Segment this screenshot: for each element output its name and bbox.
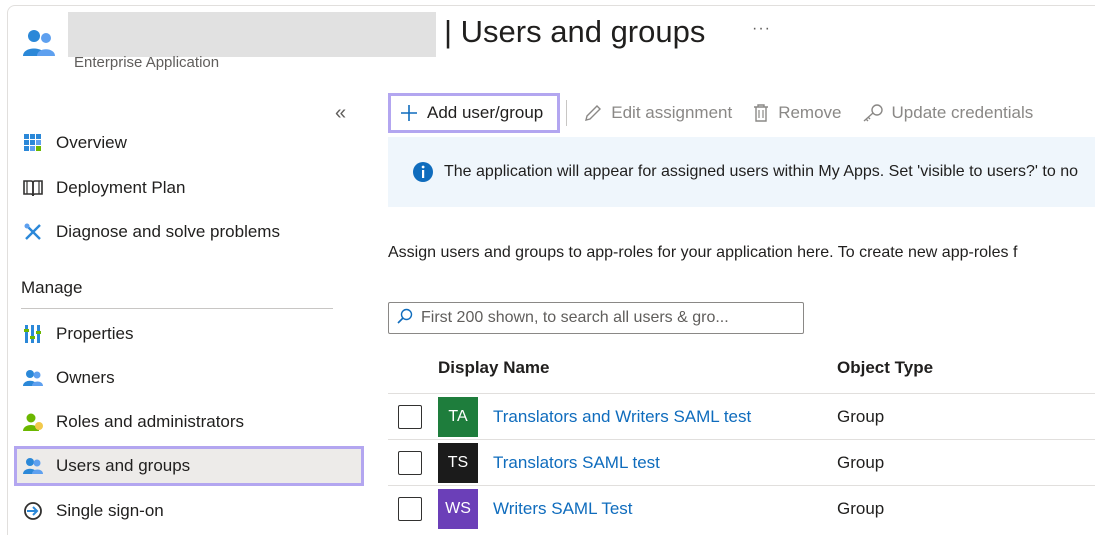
plus-icon [399, 103, 419, 123]
key-icon [862, 103, 884, 123]
info-banner: The application will appear for assigned… [388, 137, 1095, 207]
column-header-object-type[interactable]: Object Type [837, 358, 933, 378]
row-display-name-link[interactable]: Translators and Writers SAML test [493, 407, 751, 427]
add-user-group-button[interactable]: Add user/group [388, 93, 561, 133]
sidebar-item-deployment-plan[interactable]: Deployment Plan [14, 168, 364, 208]
sidebar-item-label: Properties [56, 324, 134, 343]
row-checkbox[interactable] [398, 405, 422, 429]
search-box [388, 302, 804, 334]
page-title: | Users and groups [444, 14, 706, 49]
owners-icon [20, 367, 46, 389]
sidebar-item-label: Roles and administrators [56, 412, 245, 431]
table-row[interactable]: TA Translators and Writers SAML test Gro… [388, 393, 1095, 439]
info-banner-text: The application will appear for assigned… [444, 163, 1078, 180]
pencil-icon [583, 103, 603, 123]
sidebar-item-label: Deployment Plan [56, 178, 186, 197]
edit-assignment-button[interactable]: Edit assignment [573, 93, 742, 133]
redacted-app-name [68, 12, 436, 57]
row-object-type: Group [837, 407, 885, 426]
users-icon [20, 455, 46, 477]
search-icon [397, 308, 413, 329]
avatar: TS [438, 443, 478, 483]
table-row[interactable]: WS Writers SAML Test Group [388, 485, 1095, 531]
add-user-group-label: Add user/group [427, 103, 544, 122]
sidebar-item-diagnose[interactable]: Diagnose and solve problems [14, 212, 364, 252]
sidebar-item-label: Users and groups [56, 456, 191, 475]
manage-section-label: Manage [21, 278, 83, 297]
collapse-sidebar-button[interactable]: « [335, 102, 346, 125]
sidebar-item-label: Single sign-on [56, 501, 164, 520]
row-object-type: Group [837, 453, 885, 472]
grid-icon [20, 132, 46, 154]
section-divider [21, 308, 333, 309]
row-display-name-link[interactable]: Writers SAML Test [493, 499, 633, 519]
page-description: Assign users and groups to app-roles for… [388, 244, 1018, 261]
row-object-type: Group [837, 499, 885, 518]
sidebar-item-users-and-groups[interactable]: Users and groups [14, 446, 364, 486]
page-subtitle: Enterprise Application [74, 54, 220, 71]
sidebar-item-label: Overview [56, 133, 127, 152]
sign-in-icon [20, 500, 46, 522]
roles-icon [20, 411, 46, 433]
remove-button[interactable]: Remove [742, 93, 851, 133]
sidebar-item-single-sign-on[interactable]: Single sign-on [14, 491, 364, 531]
avatar: TA [438, 397, 478, 437]
more-options-button[interactable]: ··· [752, 20, 771, 38]
sidebar-item-label: Diagnose and solve problems [56, 222, 280, 241]
enterprise-app-icon [23, 30, 55, 56]
sidebar-item-properties[interactable]: Properties [14, 314, 364, 354]
sidebar-item-owners[interactable]: Owners [14, 358, 364, 398]
sidebar-item-overview[interactable]: Overview [14, 123, 364, 163]
trash-icon [752, 103, 770, 123]
column-header-display-name[interactable]: Display Name [438, 358, 550, 378]
row-checkbox[interactable] [398, 451, 422, 475]
wrench-icon [20, 221, 46, 243]
sidebar-item-label: Owners [56, 368, 115, 387]
command-bar: Add user/group Edit assignment Remove Up… [388, 92, 1043, 134]
info-icon [412, 161, 434, 183]
remove-label: Remove [778, 103, 842, 122]
update-credentials-button[interactable]: Update credentials [852, 93, 1044, 133]
properties-icon [20, 323, 46, 345]
row-display-name-link[interactable]: Translators SAML test [493, 453, 660, 473]
update-credentials-label: Update credentials [891, 103, 1034, 122]
sidebar-item-roles[interactable]: Roles and administrators [14, 402, 364, 442]
edit-assignment-label: Edit assignment [611, 103, 733, 122]
table-row[interactable]: TS Translators SAML test Group [388, 439, 1095, 485]
row-checkbox[interactable] [398, 497, 422, 521]
toolbar-divider [566, 100, 568, 126]
app-frame: | Users and groups ··· Enterprise Applic… [7, 5, 1095, 535]
book-icon [20, 177, 46, 199]
search-input[interactable] [421, 309, 781, 327]
avatar: WS [438, 489, 478, 529]
